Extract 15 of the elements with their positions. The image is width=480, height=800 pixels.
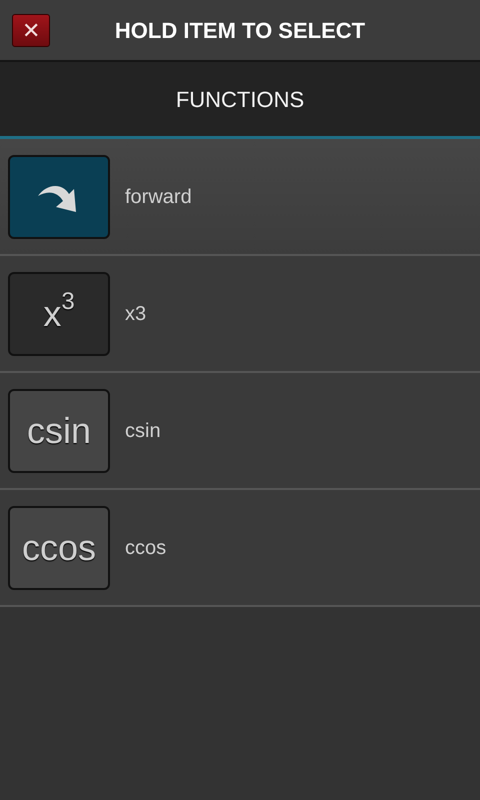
function-key[interactable]: ccos [8,506,110,590]
close-button[interactable]: ✕ [12,14,50,47]
function-label: ccos [125,536,166,560]
function-label: forward [125,184,192,210]
function-row[interactable]: forward [0,139,480,256]
function-key[interactable] [8,154,110,238]
function-label: x3 [125,302,146,326]
function-key[interactable]: x$^{3}$ [8,272,110,356]
function-label: csin [125,418,161,444]
dialog-title: HOLD ITEM TO SELECT [114,16,366,44]
section-header: FUNCTIONS [176,86,304,114]
function-key[interactable]: csin [8,388,110,472]
function-row[interactable]: csin csin [0,373,480,490]
function-row[interactable]: x$^{3}$ x3 [0,256,480,373]
function-row[interactable]: ccos ccos [0,490,480,607]
